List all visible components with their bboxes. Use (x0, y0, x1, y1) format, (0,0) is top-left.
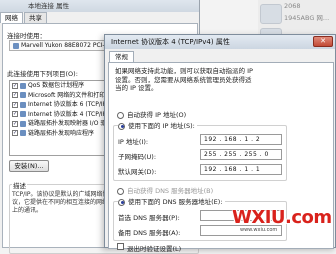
item-label: Internet 协议版本 6 (TCP/IPv6) (28, 101, 116, 108)
validate-label: 退出时验证设置(L) (127, 245, 182, 253)
auto-dns-option[interactable]: 自动获得 DNS 服务器地址(B) (117, 187, 213, 195)
radio-icon-selected[interactable] (118, 198, 125, 206)
item-checkbox[interactable]: ✓ (12, 120, 18, 127)
tab-networking[interactable]: 网络 (0, 12, 23, 23)
site-watermark-url: www.wxiu.com (240, 227, 278, 233)
radio-icon[interactable] (117, 111, 124, 119)
dialog-title: 本地连接 属性 (0, 0, 199, 12)
item-checkbox[interactable]: ✓ (12, 82, 18, 89)
gateway-label: 默认网关(D): (118, 168, 157, 176)
preferred-dns-label: 首选 DNS 服务器(P): (118, 214, 180, 222)
protocol-icon (20, 82, 26, 89)
items-label: 此连接使用下列项目(O): (7, 70, 78, 78)
adapter-icon (13, 42, 19, 49)
item-label: 链路层拓扑发现响应程序 (28, 129, 95, 137)
ip-address-label: IP 地址(I): (118, 138, 149, 146)
description-label: 描述 (12, 180, 27, 190)
description-text: TCP/IP。该协议是默认的广域网络协议，它提供在不同的相互连接的网络上的通讯。 (12, 191, 109, 214)
radio-icon[interactable] (117, 187, 124, 195)
install-button[interactable]: 安装(N)... (9, 160, 49, 172)
item-checkbox[interactable]: ✓ (12, 111, 18, 118)
auto-dns-label: 自动获得 DNS 服务器地址(B) (127, 187, 214, 195)
radio-icon-selected[interactable] (118, 122, 125, 130)
item-label: QoS 数据包计划程序 (28, 82, 85, 89)
protocol-icon (20, 92, 26, 99)
close-button[interactable]: ✕ (313, 36, 333, 47)
subnet-mask-label: 子网掩码(U): (118, 153, 157, 161)
tab-strip: 网络 共享 (0, 12, 48, 23)
site-watermark-logo: WXIU.com (232, 207, 332, 228)
manual-ip-option[interactable]: 使用下面的 IP 地址(S): (118, 122, 197, 130)
protocol-icon (20, 120, 26, 127)
gateway-field[interactable]: 192 . 168 . 1 . 1 (200, 164, 282, 175)
manual-ip-label: 使用下面的 IP 地址(S): (128, 122, 195, 130)
background-line: 1945ABG 网... (284, 14, 330, 22)
manual-dns-label: 使用下面的 DNS 服务器地址(E): (128, 198, 223, 206)
item-label: Internet 协议版本 4 (TCP/IPv4) (28, 110, 116, 118)
item-checkbox[interactable]: ✓ (12, 92, 18, 99)
protocol-icon (20, 130, 26, 137)
auto-ip-option[interactable]: 自动获得 IP 地址(O) (117, 111, 186, 119)
manual-dns-option[interactable]: 使用下面的 DNS 服务器地址(E): (118, 198, 225, 206)
subnet-mask-field[interactable]: 255 . 255 . 255 . 0 (200, 149, 282, 160)
tab-sharing[interactable]: 共享 (24, 12, 47, 23)
background-line: 2068 (284, 2, 301, 10)
protocol-icon (20, 111, 26, 118)
item-checkbox[interactable]: ✓ (12, 101, 18, 108)
connect-using-label: 连接时使用： (7, 32, 46, 40)
alternate-dns-label: 备用 DNS 服务器(A): (118, 229, 181, 237)
item-checkbox[interactable]: ✓ (12, 130, 18, 137)
ip-address-field[interactable]: 192 . 168 . 1 . 2 (200, 134, 282, 145)
auto-ip-label: 自动获得 IP 地址(O) (127, 111, 187, 119)
protocol-icon (20, 101, 26, 108)
validate-checkbox[interactable] (117, 243, 124, 250)
network-adapter-icon (260, 4, 282, 24)
static-ip-group: 使用下面的 IP 地址(S): IP 地址(I): 192 . 168 . 1 … (113, 122, 287, 181)
intro-text: 如果网络支持此功能，则可以获取自动指派的 IP 设置。否则，您需要从网络系统管理… (115, 67, 253, 92)
dialog-title: Internet 协议版本 4 (TCP/IPv4) 属性 (105, 35, 335, 49)
